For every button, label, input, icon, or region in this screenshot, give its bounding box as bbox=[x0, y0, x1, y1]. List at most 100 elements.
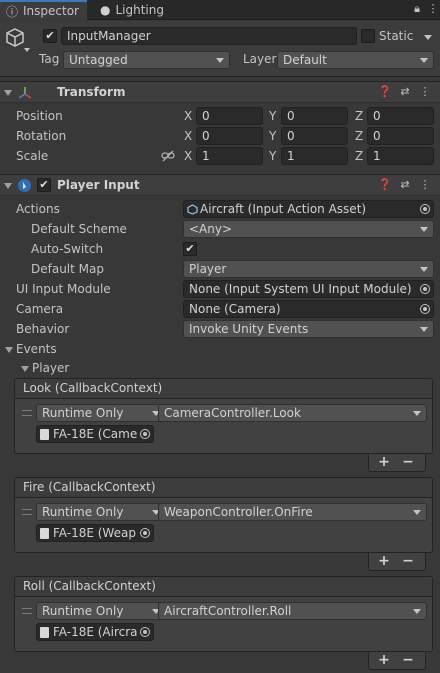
axis-y-label[interactable]: Y bbox=[269, 149, 276, 163]
function-value: AircraftController.Roll bbox=[164, 604, 292, 618]
drag-handle-icon[interactable] bbox=[22, 410, 32, 416]
transform-header[interactable]: Transform ❓ ⇄ ⋮ bbox=[0, 81, 440, 103]
tag-dropdown[interactable]: Untagged bbox=[63, 51, 230, 69]
camera-field[interactable]: None (Camera) bbox=[183, 300, 434, 318]
player-input-enabled-checkbox[interactable]: ✔ bbox=[37, 178, 51, 192]
behavior-dropdown[interactable]: Invoke Unity Events bbox=[183, 320, 434, 338]
more-options-icon[interactable]: ⋮ bbox=[418, 178, 432, 192]
function-dropdown[interactable]: CameraController.Look bbox=[158, 404, 427, 422]
static-dropdown-arrow-icon[interactable] bbox=[424, 35, 432, 40]
axis-x-label[interactable]: X bbox=[184, 149, 192, 163]
help-icon[interactable]: ❓ bbox=[378, 85, 392, 99]
active-checkbox[interactable]: ✔ bbox=[43, 29, 57, 43]
axis-y-label[interactable]: Y bbox=[269, 109, 276, 123]
remove-listener-button[interactable]: − bbox=[397, 553, 419, 569]
axis-z-label[interactable]: Z bbox=[355, 109, 363, 123]
events-label[interactable]: Events bbox=[16, 342, 57, 356]
icon-dropdown-arrow-icon[interactable] bbox=[24, 48, 30, 52]
target-object-field[interactable]: FA-18E (Came bbox=[36, 425, 154, 443]
tab-inspector[interactable]: ⓘ Inspector bbox=[0, 0, 87, 20]
tag-label: Tag bbox=[39, 52, 60, 66]
chevron-down-icon bbox=[420, 327, 428, 332]
position-x-field[interactable]: 0 bbox=[196, 107, 263, 125]
foldout-arrow-icon[interactable] bbox=[4, 90, 12, 96]
runtime-mode-dropdown[interactable]: Runtime Only bbox=[36, 602, 166, 620]
remove-listener-button[interactable]: − bbox=[397, 652, 419, 668]
axis-y-label[interactable]: Y bbox=[269, 129, 276, 143]
default-scheme-dropdown[interactable]: <Any> bbox=[183, 220, 434, 238]
behavior-value: Invoke Unity Events bbox=[189, 322, 309, 336]
ui-input-module-label: UI Input Module bbox=[16, 282, 111, 296]
scale-x-field[interactable]: 1 bbox=[196, 147, 263, 165]
tab-lighting[interactable]: ● Lighting bbox=[94, 0, 174, 20]
presets-icon[interactable]: ⇄ bbox=[398, 178, 412, 192]
axis-x-label[interactable]: X bbox=[184, 109, 192, 123]
auto-switch-checkbox[interactable]: ✔ bbox=[183, 242, 197, 256]
tab-lighting-label: Lighting bbox=[115, 3, 164, 17]
axis-x-label[interactable]: X bbox=[184, 129, 192, 143]
function-value: CameraController.Look bbox=[164, 406, 301, 420]
tag-value: Untagged bbox=[69, 53, 128, 67]
rotation-x-field[interactable]: 0 bbox=[196, 127, 263, 145]
runtime-mode-dropdown[interactable]: Runtime Only bbox=[36, 503, 166, 521]
more-options-icon[interactable]: ⋮ bbox=[418, 85, 432, 99]
help-icon[interactable]: ❓ bbox=[378, 178, 392, 192]
object-picker-icon[interactable] bbox=[420, 204, 430, 214]
roll-plus-minus: + − bbox=[368, 652, 426, 670]
scale-z-field[interactable]: 1 bbox=[367, 147, 434, 165]
event-title: Look (CallbackContext) bbox=[15, 379, 432, 399]
function-dropdown[interactable]: AircraftController.Roll bbox=[158, 602, 427, 620]
drag-handle-icon[interactable] bbox=[22, 509, 32, 515]
object-picker-icon[interactable] bbox=[420, 284, 430, 294]
object-picker-icon[interactable] bbox=[140, 429, 150, 439]
function-value: WeaponController.OnFire bbox=[164, 505, 313, 519]
axis-z-label[interactable]: Z bbox=[355, 149, 363, 163]
player-map-label[interactable]: Player bbox=[32, 361, 69, 375]
rotation-z-field[interactable]: 0 bbox=[367, 127, 434, 145]
transform-title: Transform bbox=[57, 85, 126, 99]
layer-label: Layer bbox=[243, 52, 277, 66]
object-picker-icon[interactable] bbox=[140, 528, 150, 538]
add-listener-button[interactable]: + bbox=[373, 553, 395, 569]
events-foldout-arrow-icon[interactable] bbox=[5, 347, 13, 353]
rotation-y-field[interactable]: 0 bbox=[281, 127, 348, 145]
runtime-mode-value: Runtime Only bbox=[42, 505, 124, 519]
foldout-arrow-icon[interactable] bbox=[4, 183, 12, 189]
remove-listener-button[interactable]: − bbox=[397, 454, 419, 470]
layer-dropdown[interactable]: Default bbox=[277, 51, 434, 69]
chevron-down-icon bbox=[420, 267, 428, 272]
player-input-header[interactable]: ✔ Player Input ❓ ⇄ ⋮ bbox=[0, 174, 440, 196]
position-y-field[interactable]: 0 bbox=[281, 107, 348, 125]
add-listener-button[interactable]: + bbox=[373, 652, 395, 668]
player-foldout-arrow-icon[interactable] bbox=[21, 366, 29, 372]
object-picker-icon[interactable] bbox=[140, 627, 150, 637]
chevron-down-icon bbox=[413, 609, 421, 614]
event-fire: Fire (CallbackContext) Runtime Only Weap… bbox=[14, 477, 433, 553]
chevron-down-icon bbox=[216, 58, 224, 63]
static-checkbox[interactable] bbox=[361, 29, 375, 43]
event-roll: Roll (CallbackContext) Runtime Only Airc… bbox=[14, 576, 433, 652]
actions-object-field[interactable]: Aircraft (Input Action Asset) bbox=[183, 200, 434, 218]
runtime-mode-dropdown[interactable]: Runtime Only bbox=[36, 404, 166, 422]
chevron-down-icon bbox=[413, 510, 421, 515]
position-z-field[interactable]: 0 bbox=[367, 107, 434, 125]
drag-handle-icon[interactable] bbox=[22, 608, 32, 614]
scale-y-field[interactable]: 1 bbox=[281, 147, 348, 165]
lock-icon[interactable]: 🔒︎ bbox=[410, 2, 424, 16]
target-object-value: FA-18E (Weap bbox=[53, 526, 136, 540]
default-map-dropdown[interactable]: Player bbox=[183, 260, 434, 278]
target-object-value: FA-18E (Aircra bbox=[53, 625, 138, 639]
more-options-icon[interactable]: ⋮ bbox=[426, 2, 440, 16]
object-picker-icon[interactable] bbox=[420, 304, 430, 314]
target-object-field[interactable]: FA-18E (Weap bbox=[36, 524, 154, 542]
constrain-proportions-icon[interactable] bbox=[161, 150, 175, 162]
presets-icon[interactable]: ⇄ bbox=[398, 85, 412, 99]
static-label: Static bbox=[379, 29, 414, 43]
function-dropdown[interactable]: WeaponController.OnFire bbox=[158, 503, 427, 521]
object-name-input[interactable]: InputManager bbox=[61, 27, 357, 45]
axis-z-label[interactable]: Z bbox=[355, 129, 363, 143]
target-object-field[interactable]: FA-18E (Aircra bbox=[36, 623, 154, 641]
add-listener-button[interactable]: + bbox=[373, 454, 395, 470]
object-header: ✔ InputManager Static Tag Untagged Layer… bbox=[0, 21, 440, 77]
ui-input-module-field[interactable]: None (Input System UI Input Module) bbox=[183, 280, 434, 298]
